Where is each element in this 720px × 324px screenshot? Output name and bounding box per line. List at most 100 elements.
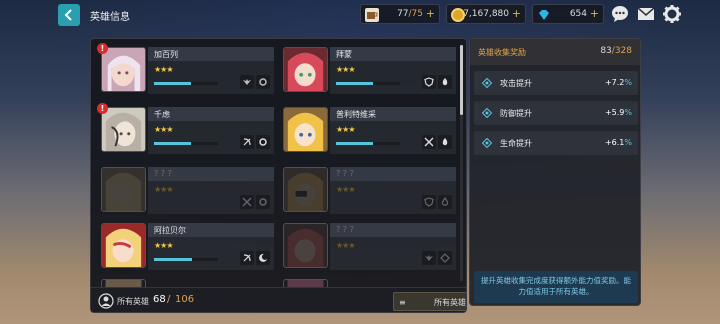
wings-skill-icon bbox=[422, 251, 436, 265]
bonus-count-max: /328 bbox=[611, 46, 632, 56]
hero-portrait bbox=[101, 167, 146, 212]
hero-name: ? ? ? bbox=[154, 169, 172, 178]
filter-dropdown-button[interactable]: ≡ 所有英雄 bbox=[393, 292, 466, 311]
hero-name: 阿拉贝尔 bbox=[154, 226, 186, 235]
hero-info: 阿拉贝尔 ★★★ bbox=[148, 223, 274, 270]
stat-name: 攻击提升 bbox=[500, 79, 532, 88]
water-skill-icon bbox=[438, 195, 452, 209]
hero-portrait bbox=[101, 47, 146, 92]
hero-info: 加百列 ★★★ bbox=[148, 47, 274, 94]
stat-row-attack: 攻击提升 +7.2% bbox=[474, 71, 638, 95]
stat-row-defense: 防御提升 +5.9% bbox=[474, 101, 638, 125]
hero-progress-bar bbox=[154, 142, 218, 145]
stamina-counter[interactable]: 77/75 + bbox=[360, 4, 440, 24]
diamond-icon bbox=[537, 8, 551, 22]
back-button[interactable] bbox=[58, 4, 80, 26]
mail-icon bbox=[637, 7, 655, 20]
fire-skill-icon bbox=[438, 135, 452, 149]
hero-stars: ★★★ bbox=[154, 241, 173, 250]
hero-card-locked[interactable]: ? ? ? ★★★ bbox=[281, 165, 456, 216]
filter-icon: ≡ bbox=[399, 298, 406, 307]
hero-progress-bar bbox=[154, 258, 218, 261]
hero-portrait bbox=[283, 223, 328, 268]
hero-card[interactable]: ! 千虑 ★★★ bbox=[97, 103, 274, 156]
hero-count-separator: / bbox=[167, 294, 171, 305]
settings-button[interactable] bbox=[662, 4, 682, 24]
hero-card[interactable]: 阿拉贝尔 ★★★ bbox=[99, 221, 274, 272]
hero-name: 普利特维采 bbox=[336, 110, 376, 119]
stat-value: +6.1 bbox=[604, 138, 625, 147]
stat-row-hp: 生命提升 +6.1% bbox=[474, 131, 638, 155]
stat-unit: % bbox=[624, 78, 632, 87]
coffee-cup-icon bbox=[365, 8, 379, 22]
diamond-bullet-icon bbox=[482, 108, 492, 118]
hero-portrait bbox=[283, 107, 328, 152]
hero-name: ? ? ? bbox=[336, 169, 354, 178]
alert-badge: ! bbox=[97, 103, 108, 114]
bow-skill-icon bbox=[240, 135, 254, 149]
stat-unit: % bbox=[624, 108, 632, 117]
hero-list-footer: 所有英雄 68 / 106 ≡ 所有英雄 bbox=[91, 287, 466, 312]
gem-plus-icon[interactable]: + bbox=[590, 7, 599, 20]
hero-stars: ★★★ bbox=[336, 185, 355, 194]
wings-skill-icon bbox=[240, 75, 254, 89]
hero-owned-count: 68 bbox=[153, 294, 166, 305]
hero-progress-bar bbox=[336, 142, 400, 145]
hero-card[interactable]: ! 加百列 ★★★ bbox=[97, 43, 274, 96]
hero-list-panel: ! 加百列 ★★★ 拜蒙 ★★★ ! 千虑 ★★★ 普利特维采 ★★★ ? ? … bbox=[90, 38, 467, 313]
moon-skill-icon bbox=[256, 251, 270, 265]
page-title: 英雄信息 bbox=[90, 12, 130, 23]
hero-info: 普利特维采 ★★★ bbox=[330, 107, 456, 154]
hero-card-locked[interactable]: ? ? ? ★★★ bbox=[281, 221, 456, 272]
hero-info: 千虑 ★★★ bbox=[148, 107, 274, 154]
hero-stars: ★★★ bbox=[154, 125, 173, 134]
hero-collection-icon bbox=[98, 293, 114, 309]
hero-info: ? ? ? ★★★ bbox=[330, 167, 456, 214]
bonus-count: 83 bbox=[600, 46, 612, 56]
hero-card[interactable]: 拜蒙 ★★★ bbox=[281, 45, 456, 96]
hero-card-partial bbox=[99, 277, 274, 289]
mail-button[interactable] bbox=[636, 4, 656, 24]
hero-name: ? ? ? bbox=[336, 225, 354, 234]
gem-counter[interactable]: 654 + bbox=[532, 4, 604, 24]
hero-portrait bbox=[101, 107, 146, 152]
hero-stars: ★★★ bbox=[154, 185, 173, 194]
stamina-plus-icon[interactable]: + bbox=[426, 7, 435, 20]
hero-stars: ★★★ bbox=[336, 125, 355, 134]
hero-name: 千虑 bbox=[154, 110, 170, 119]
chevron-left-icon bbox=[64, 9, 72, 21]
fire-skill-icon bbox=[438, 75, 452, 89]
gear-skill-icon bbox=[256, 75, 270, 89]
hero-card[interactable]: 普利特维采 ★★★ bbox=[281, 105, 456, 156]
footer-label: 所有英雄 bbox=[117, 297, 149, 306]
hero-grid: ! 加百列 ★★★ 拜蒙 ★★★ ! 千虑 ★★★ 普利特维采 ★★★ ? ? … bbox=[97, 43, 459, 289]
hero-info: ? ? ? ★★★ bbox=[148, 167, 274, 214]
stat-unit: % bbox=[624, 138, 632, 147]
hero-portrait bbox=[101, 223, 146, 268]
gold-counter[interactable]: 7,167,880 + bbox=[446, 4, 526, 24]
stat-name: 生命提升 bbox=[500, 139, 532, 148]
bonus-title: 英雄收集奖励 bbox=[478, 48, 526, 57]
gear-skill-icon bbox=[256, 135, 270, 149]
shield-skill-icon bbox=[422, 195, 436, 209]
hero-portrait bbox=[283, 167, 328, 212]
hero-total-count: 106 bbox=[175, 294, 195, 305]
bonus-description: 提升英雄收集完成度获得额外能力值奖励。能力值适用于所有英雄。 bbox=[474, 271, 638, 303]
hero-info: ? ? ? ★★★ bbox=[330, 223, 456, 270]
chat-button[interactable] bbox=[610, 4, 630, 24]
collection-bonus-panel: 英雄收集奖励 83/328 攻击提升 +7.2% 防御提升 +5.9% 生命提升… bbox=[469, 38, 641, 306]
hero-stars: ★★★ bbox=[336, 241, 355, 250]
hero-card-locked[interactable]: ? ? ? ★★★ bbox=[99, 165, 274, 216]
gear-skill-icon bbox=[256, 195, 270, 209]
stat-value: +7.2 bbox=[604, 78, 625, 87]
hero-progress-bar bbox=[154, 82, 218, 85]
stat-name: 防御提升 bbox=[500, 109, 532, 118]
hero-info: 拜蒙 ★★★ bbox=[330, 47, 456, 94]
scrollbar-thumb[interactable] bbox=[460, 45, 463, 115]
bow-skill-icon bbox=[240, 251, 254, 265]
hero-stars: ★★★ bbox=[154, 65, 173, 74]
gold-plus-icon[interactable]: + bbox=[512, 7, 521, 20]
stamina-current: 77 bbox=[397, 9, 409, 19]
chat-bubble-icon bbox=[612, 6, 628, 22]
filter-label: 所有英雄 bbox=[434, 298, 466, 307]
